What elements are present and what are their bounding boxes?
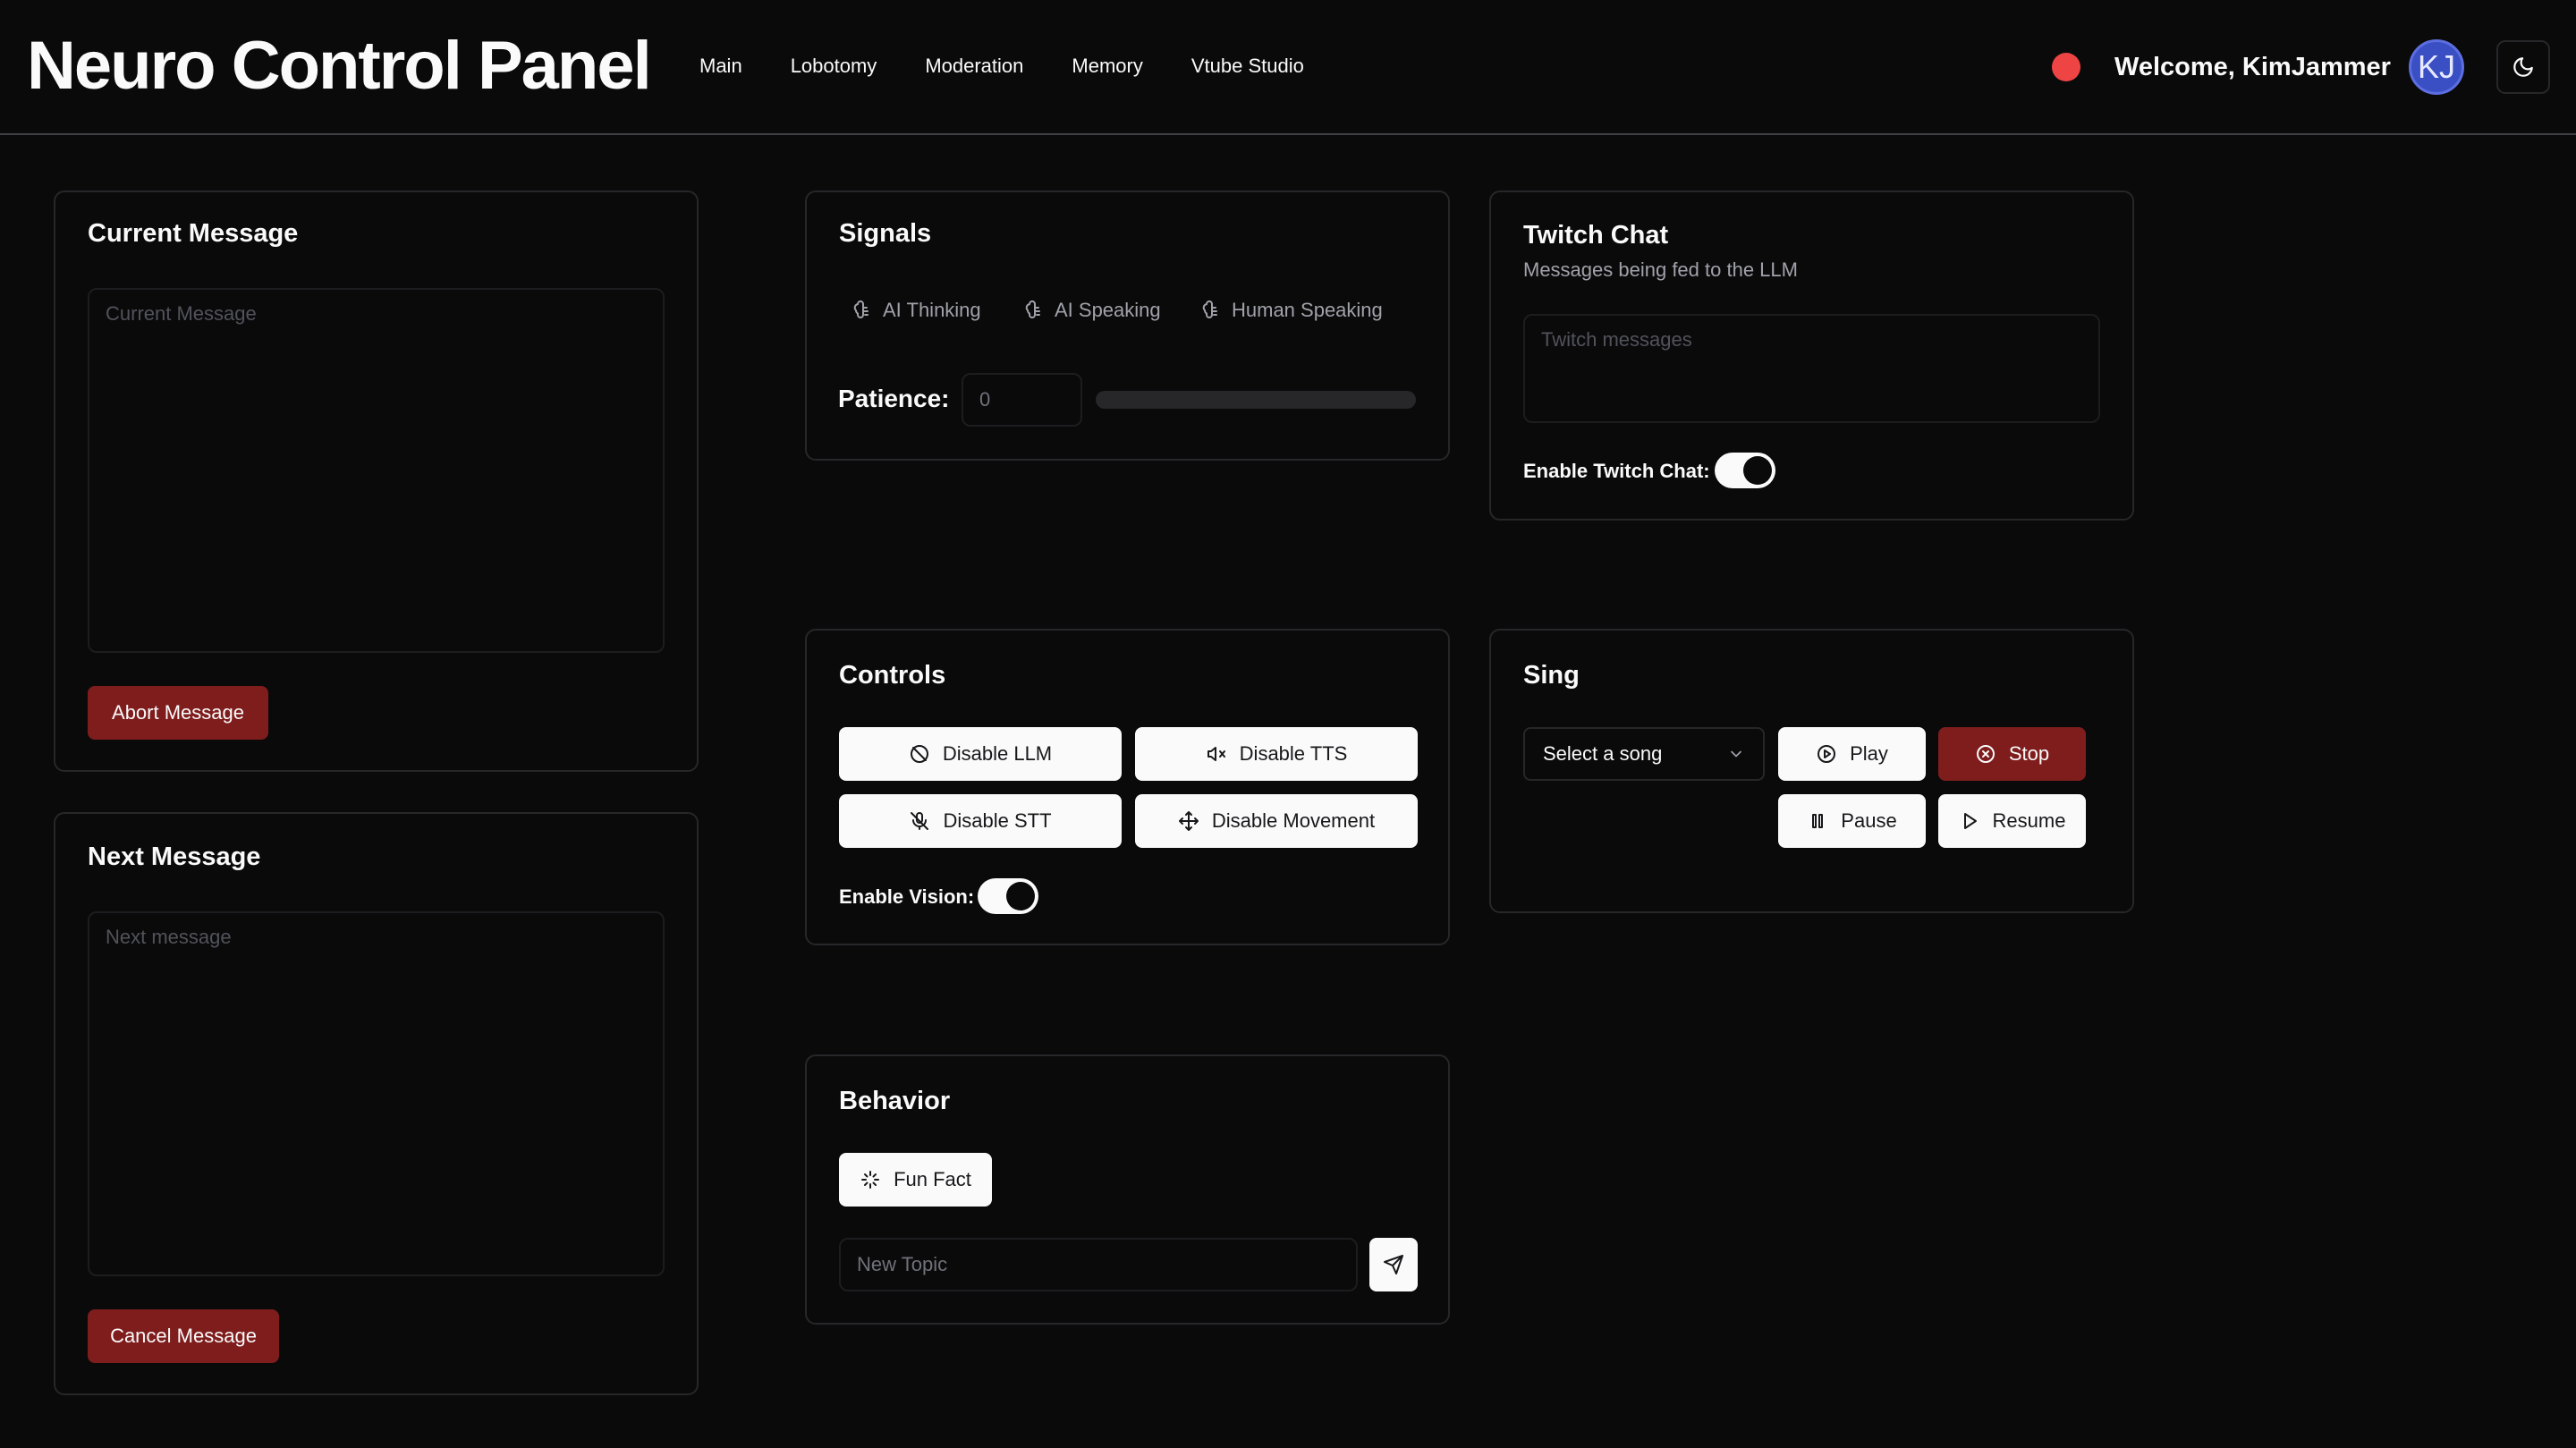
- controls-card: Controls Disable LLM Disable TTS Disable…: [805, 629, 1450, 945]
- current-message-title: Current Message: [88, 219, 299, 248]
- moon-icon: [2512, 55, 2535, 79]
- play-circle-icon: [1816, 743, 1837, 765]
- signals-card: Signals: [805, 191, 1450, 461]
- play-icon: [1959, 810, 1980, 832]
- fun-fact-button[interactable]: Fun Fact: [839, 1153, 992, 1207]
- cancel-message-button[interactable]: Cancel Message: [88, 1309, 279, 1363]
- next-message-field[interactable]: [88, 911, 665, 1276]
- signal-label: AI Thinking: [883, 299, 981, 321]
- controls-title: Controls: [839, 661, 946, 690]
- song-select[interactable]: Select a song: [1523, 727, 1765, 781]
- resume-button[interactable]: Resume: [1938, 794, 2086, 848]
- disable-movement-button[interactable]: Disable Movement: [1135, 794, 1418, 848]
- button-label: Stop: [2008, 742, 2050, 765]
- brain-icon: [852, 300, 874, 321]
- mic-off-icon: [909, 810, 930, 832]
- signal-ai-speaking: AI Speaking: [1024, 299, 1161, 322]
- disable-tts-button[interactable]: Disable TTS: [1135, 727, 1418, 781]
- brain-icon: [1201, 300, 1223, 321]
- status-indicator: [2052, 53, 2080, 81]
- disable-llm-button[interactable]: Disable LLM: [839, 727, 1122, 781]
- sing-title: Sing: [1523, 661, 1580, 690]
- signals-title: Signals: [839, 219, 932, 248]
- welcome-text: Welcome, KimJammer: [2114, 53, 2391, 81]
- enable-vision-label: Enable Vision:: [839, 885, 975, 908]
- pause-button[interactable]: Pause: [1778, 794, 1926, 848]
- theme-toggle-button[interactable]: [2496, 40, 2550, 94]
- song-select-value: Select a song: [1543, 742, 1663, 765]
- sing-card: Sing Select a song Play Stop Pause Resum…: [1489, 629, 2134, 913]
- top-header: Neuro Control Panel Main Lobotomy Modera…: [0, 0, 2576, 135]
- current-message-field[interactable]: [88, 288, 665, 653]
- twitch-chat-card: Twitch Chat Messages being fed to the LL…: [1489, 191, 2134, 521]
- patience-progress: [1096, 391, 1416, 409]
- signal-human-speaking: Human Speaking: [1201, 299, 1383, 322]
- toggle-knob: [1743, 456, 1772, 485]
- button-label: Disable Movement: [1211, 809, 1376, 832]
- send-icon: [1383, 1254, 1404, 1275]
- button-label: Disable LLM: [942, 742, 1053, 765]
- nav-vtube-studio[interactable]: Vtube Studio: [1191, 50, 1304, 82]
- nav-moderation[interactable]: Moderation: [925, 50, 1023, 82]
- brain-off-icon: [909, 743, 930, 765]
- button-label: Pause: [1841, 809, 1897, 832]
- app-title: Neuro Control Panel: [27, 28, 652, 104]
- toggle-knob: [1006, 882, 1035, 910]
- twitch-messages-field[interactable]: [1523, 314, 2100, 423]
- play-button[interactable]: Play: [1778, 727, 1926, 781]
- behavior-title: Behavior: [839, 1087, 951, 1115]
- signal-label: AI Speaking: [1055, 299, 1161, 321]
- signal-label: Human Speaking: [1232, 299, 1383, 321]
- main-nav: Main Lobotomy Moderation Memory Vtube St…: [699, 50, 1352, 82]
- button-label: Resume: [1992, 809, 2066, 832]
- speaker-off-icon: [1206, 743, 1227, 765]
- current-message-card: Current Message Abort Message: [54, 191, 699, 772]
- next-message-card: Next Message Cancel Message: [54, 812, 699, 1395]
- app-root: Neuro Control Panel Main Lobotomy Modera…: [0, 0, 2576, 1448]
- button-label: Disable STT: [943, 809, 1052, 832]
- new-topic-input[interactable]: [839, 1238, 1358, 1291]
- next-message-title: Next Message: [88, 843, 261, 871]
- stop-button[interactable]: Stop: [1938, 727, 2086, 781]
- disable-stt-button[interactable]: Disable STT: [839, 794, 1122, 848]
- button-label: Play: [1850, 742, 1888, 765]
- nav-lobotomy[interactable]: Lobotomy: [791, 50, 877, 82]
- twitch-chat-subtitle: Messages being fed to the LLM: [1523, 258, 1798, 281]
- signal-ai-thinking: AI Thinking: [852, 299, 981, 322]
- twitch-chat-toggle[interactable]: [1715, 453, 1775, 488]
- twitch-chat-title: Twitch Chat: [1523, 221, 1669, 250]
- behavior-card: Behavior Fun Fact: [805, 1054, 1450, 1325]
- pause-icon: [1807, 810, 1828, 832]
- enable-twitch-chat-label: Enable Twitch Chat:: [1523, 460, 1710, 482]
- brain-icon: [1024, 300, 1046, 321]
- abort-message-button[interactable]: Abort Message: [88, 686, 268, 740]
- send-topic-button[interactable]: [1369, 1238, 1418, 1291]
- chevron-down-icon: [1727, 745, 1745, 763]
- avatar[interactable]: KJ: [2409, 39, 2464, 95]
- nav-memory[interactable]: Memory: [1072, 50, 1142, 82]
- x-circle-icon: [1975, 743, 1996, 765]
- sparkles-icon: [860, 1169, 881, 1190]
- vision-toggle[interactable]: [978, 878, 1038, 914]
- move-icon: [1178, 810, 1199, 832]
- button-label: Fun Fact: [894, 1168, 971, 1190]
- patience-label: Patience:: [838, 385, 950, 412]
- nav-main[interactable]: Main: [699, 50, 742, 82]
- patience-input[interactable]: [962, 373, 1082, 427]
- button-label: Disable TTS: [1239, 742, 1348, 765]
